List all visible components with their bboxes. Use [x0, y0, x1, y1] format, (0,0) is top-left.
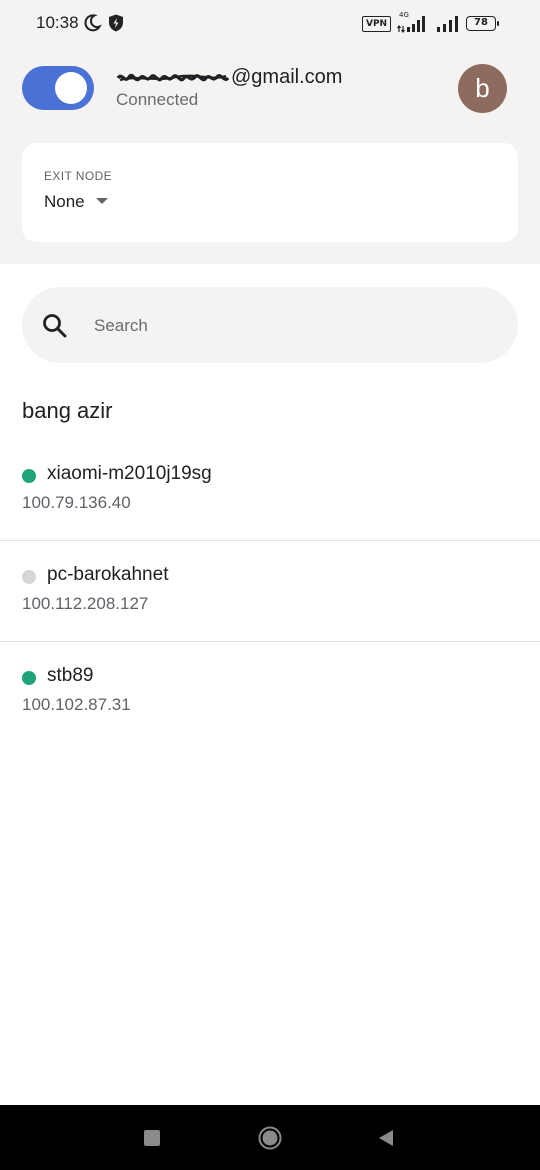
search-bar[interactable]	[22, 287, 518, 363]
status-time: 10:38	[36, 13, 79, 32]
toggle-knob	[55, 72, 87, 104]
email-domain: @gmail.com	[231, 66, 343, 88]
device-item[interactable]: stb89 100.102.87.31	[0, 642, 540, 742]
online-status-dot	[22, 469, 36, 483]
device-name: pc-barokahnet	[47, 564, 169, 585]
search-icon	[43, 314, 67, 338]
shield-icon	[109, 14, 123, 32]
device-ip: 100.112.208.127	[22, 594, 149, 613]
recents-icon[interactable]	[144, 1130, 160, 1146]
caret-down-icon[interactable]	[96, 198, 108, 204]
moon-icon	[84, 14, 102, 32]
online-status-dot	[22, 671, 36, 685]
section-title: bang azir	[22, 398, 113, 423]
device-name: stb89	[47, 665, 94, 686]
vpn-toggle[interactable]	[22, 66, 94, 110]
exit-node-label: EXIT NODE	[44, 169, 113, 183]
connection-status: Connected	[116, 90, 199, 109]
device-ip: 100.102.87.31	[22, 695, 131, 714]
account-email: @gmail.com	[116, 66, 342, 89]
device-name: xiaomi-m2010j19sg	[47, 463, 212, 484]
exit-node-value[interactable]: None	[44, 192, 85, 212]
home-icon[interactable]	[258, 1126, 282, 1150]
device-item[interactable]: pc-barokahnet 100.112.208.127	[0, 541, 540, 642]
vpn-badge: VPN	[362, 16, 392, 32]
signal-icon	[397, 16, 425, 33]
back-icon[interactable]	[377, 1129, 395, 1147]
avatar[interactable]: b	[458, 64, 507, 113]
status-bar: 10:38 VPN 4G 78	[0, 0, 540, 48]
battery-icon: 78	[466, 16, 499, 31]
device-item[interactable]: xiaomi-m2010j19sg 100.79.136.40	[0, 440, 540, 541]
header-area: 10:38 VPN 4G 78 @gmail.com Connected b E…	[0, 0, 540, 264]
battery-level: 78	[474, 17, 488, 28]
search-input[interactable]	[92, 309, 476, 343]
device-list: xiaomi-m2010j19sg 100.79.136.40 pc-barok…	[0, 440, 540, 742]
redacted-email-scribble	[116, 73, 230, 81]
offline-status-dot	[22, 570, 36, 584]
device-ip: 100.79.136.40	[22, 493, 131, 512]
exit-node-card[interactable]: EXIT NODE None	[22, 143, 518, 242]
system-nav-bar	[0, 1105, 540, 1170]
signal-icon-secondary	[437, 16, 458, 32]
